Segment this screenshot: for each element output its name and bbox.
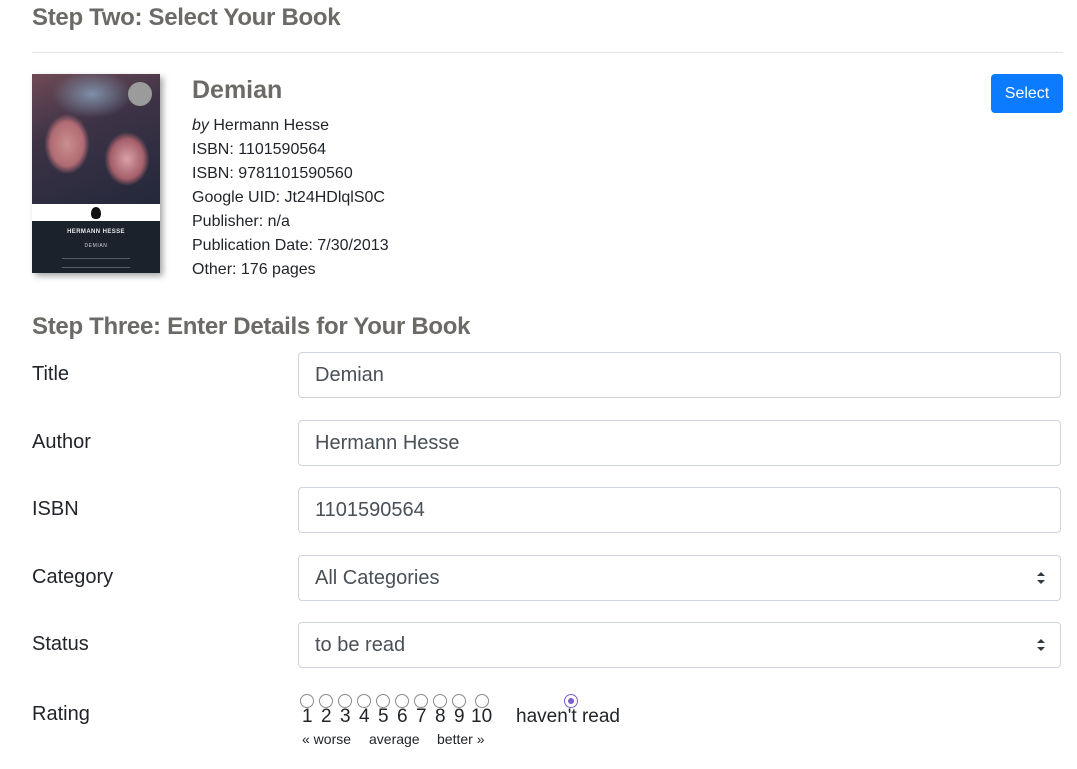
book-result: HERMANN HESSE DEMIAN Demian by Hermann H… — [32, 74, 1063, 289]
by-prefix: by — [192, 117, 209, 134]
book-title: Demian — [192, 76, 283, 104]
select-arrows-icon — [1037, 572, 1045, 584]
havent-read-label: haven't read — [516, 706, 620, 727]
author-label: Author — [32, 431, 91, 453]
divider — [32, 52, 1063, 53]
rating-number: 2 — [321, 706, 332, 727]
book-meta: by Hermann Hesse ISBN: 1101590564 ISBN: … — [192, 114, 389, 282]
title-label: Title — [32, 363, 70, 385]
rating-number: 8 — [435, 706, 446, 727]
author-row: Author Hermann Hesse — [32, 420, 1063, 468]
status-label: Status — [32, 633, 89, 655]
book-isbn13: ISBN: 9781101590560 — [192, 165, 353, 182]
isbn-input[interactable]: 1101590564 — [298, 487, 1061, 533]
rating-number: 4 — [359, 706, 370, 727]
isbn-row: ISBN 1101590564 — [32, 487, 1063, 535]
rating-number: 3 — [340, 706, 351, 727]
select-book-button[interactable]: Select — [991, 74, 1063, 113]
rating-number: 7 — [416, 706, 427, 727]
step-two-heading: Step Two: Select Your Book — [32, 4, 341, 31]
book-author: Hermann Hesse — [213, 117, 329, 134]
status-value: to be read — [315, 634, 406, 656]
select-arrows-icon — [1037, 639, 1045, 651]
category-select[interactable]: All Categories — [298, 555, 1061, 601]
category-row: Category All Categories — [32, 555, 1063, 603]
title-row: Title Demian — [32, 352, 1063, 400]
author-input[interactable]: Hermann Hesse — [298, 420, 1061, 466]
status-row: Status to be read — [32, 622, 1063, 670]
rating-number: 5 — [378, 706, 389, 727]
book-isbn10: ISBN: 1101590564 — [192, 141, 327, 158]
cover-badge — [128, 82, 152, 106]
book-info: Demian by Hermann Hesse ISBN: 1101590564… — [192, 74, 389, 282]
title-input[interactable]: Demian — [298, 352, 1061, 398]
penguin-logo-icon — [91, 207, 101, 219]
rating-number: 1 — [302, 706, 313, 727]
rating-label: Rating — [32, 703, 90, 725]
cover-credits — [62, 258, 130, 268]
book-author-line: by Hermann Hesse — [192, 114, 389, 138]
category-label: Category — [32, 566, 114, 588]
book-cover-image: HERMANN HESSE DEMIAN — [32, 74, 160, 273]
rating-number: 9 — [454, 706, 465, 727]
isbn-label: ISBN — [32, 498, 79, 520]
status-select[interactable]: to be read — [298, 622, 1061, 668]
scale-worse-label: « worse — [302, 731, 352, 747]
book-publisher: Publisher: n/a — [192, 213, 290, 230]
cover-title: DEMIAN — [84, 243, 108, 249]
category-value: All Categories — [315, 567, 440, 589]
step-three-heading: Step Three: Enter Details for Your Book — [32, 313, 471, 340]
scale-average-label: average — [369, 731, 420, 747]
scale-better-label: better » — [437, 731, 485, 747]
book-publication-date: Publication Date: 7/30/2013 — [192, 237, 389, 254]
rating-number: 10 — [471, 706, 493, 727]
book-other: Other: 176 pages — [192, 261, 316, 278]
rating-row: Rating 1 2 3 4 5 6 7 8 9 10 haven't read… — [32, 694, 1063, 764]
rating-number: 6 — [397, 706, 408, 727]
book-google-uid: Google UID: Jt24HDlqlS0C — [192, 189, 385, 206]
cover-author: HERMANN HESSE — [67, 229, 125, 235]
